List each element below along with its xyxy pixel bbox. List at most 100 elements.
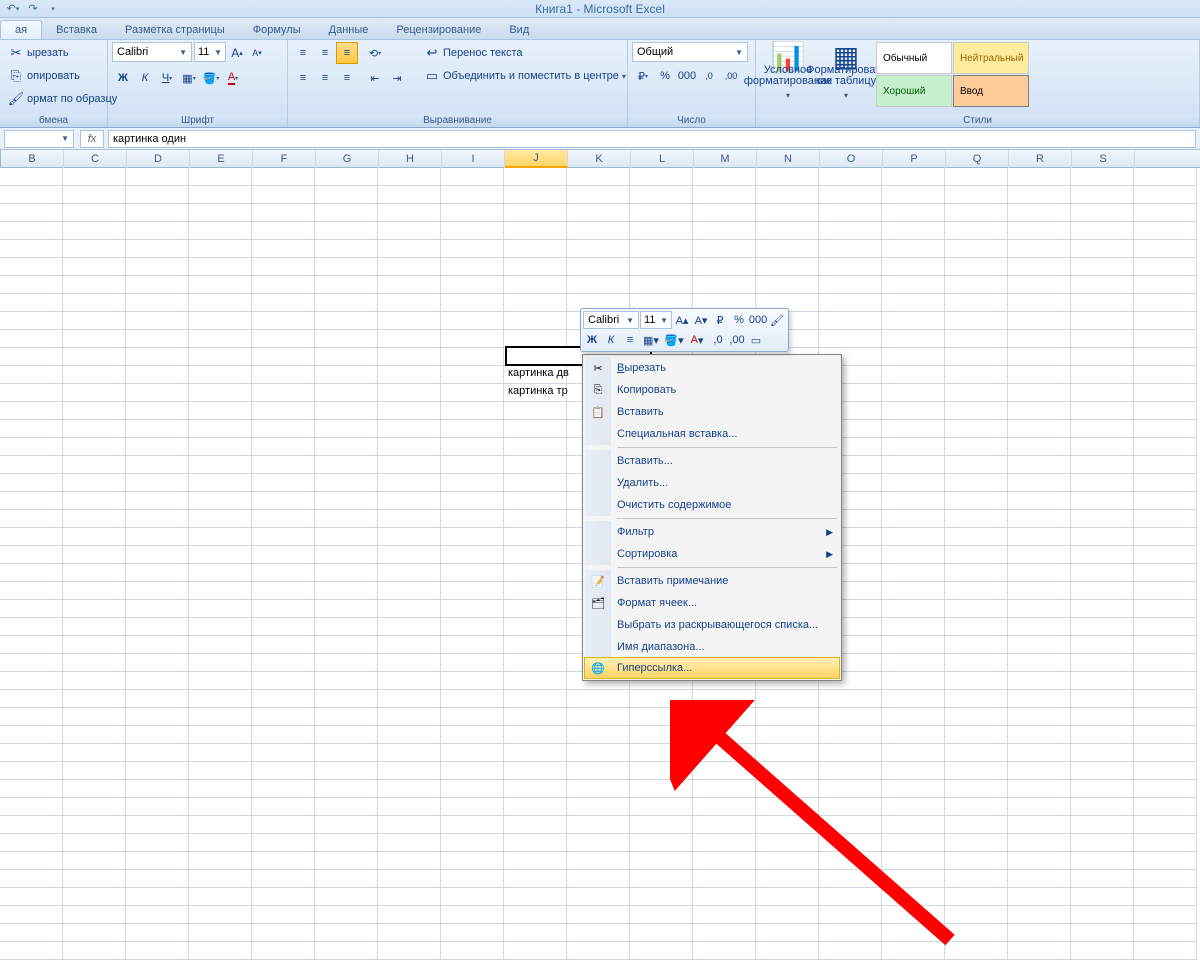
align-bottom-button[interactable]: ≡ xyxy=(336,42,358,64)
format-painter-button[interactable]: 🖌ормат по образцу xyxy=(4,88,121,110)
align-right-button[interactable]: ≡ xyxy=(336,67,358,89)
comma-button[interactable]: 000 xyxy=(676,65,698,87)
ctx-copy[interactable]: ⎘Копировать xyxy=(585,379,839,401)
copy-button[interactable]: ⎘опировать xyxy=(4,65,121,87)
mini-border[interactable]: ▦▾ xyxy=(640,331,662,349)
mini-inc-decimal[interactable]: ,00 xyxy=(728,331,746,349)
grow-font-button[interactable]: A▴ xyxy=(228,42,246,64)
mini-comma[interactable]: 000 xyxy=(749,311,767,329)
cut-button[interactable]: ✂ырезать xyxy=(4,42,121,64)
mini-dec-decimal[interactable]: ,0 xyxy=(709,331,727,349)
ctx-sort[interactable]: Сортировка▶ xyxy=(585,543,839,565)
col-header-f[interactable]: F xyxy=(253,150,316,168)
mini-percent[interactable]: % xyxy=(730,311,748,329)
style-normal[interactable]: Обычный xyxy=(876,42,952,74)
border-button[interactable]: ▦▾ xyxy=(178,67,200,89)
ctx-paste[interactable]: 📋Вставить xyxy=(585,401,839,423)
increase-indent-button[interactable]: ⇥ xyxy=(386,67,408,89)
ctx-insert-comment[interactable]: 📝Вставить примечание xyxy=(585,570,839,592)
mini-fill-color[interactable]: 🪣▾ xyxy=(663,331,685,349)
col-header-l[interactable]: L xyxy=(631,150,694,168)
tab-view[interactable]: Вид xyxy=(495,21,543,39)
tab-page-layout[interactable]: Разметка страницы xyxy=(111,21,239,39)
col-header-m[interactable]: M xyxy=(694,150,757,168)
name-box[interactable]: ▼ xyxy=(4,130,74,148)
shrink-font-button[interactable]: A▾ xyxy=(248,42,266,64)
ctx-pick-from-drop-down[interactable]: Выбрать из раскрывающегося списка... xyxy=(585,614,839,636)
increase-decimal-button[interactable]: ,0 xyxy=(698,65,720,87)
tab-review[interactable]: Рецензирование xyxy=(382,21,495,39)
tab-insert[interactable]: Вставка xyxy=(42,21,111,39)
col-header-c[interactable]: C xyxy=(64,150,127,168)
font-color-button[interactable]: A▾ xyxy=(222,67,244,89)
mini-font-color[interactable]: A▾ xyxy=(686,331,708,349)
fx-button[interactable]: fx xyxy=(80,130,104,148)
ctx-define-name[interactable]: Имя диапазона... xyxy=(585,636,839,658)
style-neutral[interactable]: Нейтральный xyxy=(953,42,1029,74)
tab-formulas[interactable]: Формулы xyxy=(239,21,315,39)
ctx-format-cells[interactable]: 🗂Формат ячеек... xyxy=(585,592,839,614)
col-header-b[interactable]: B xyxy=(1,150,64,168)
col-header-s[interactable]: S xyxy=(1072,150,1135,168)
col-header-n[interactable]: N xyxy=(757,150,820,168)
col-header-h[interactable]: H xyxy=(379,150,442,168)
cell-j12[interactable]: картинка дв xyxy=(508,367,569,379)
mini-format-painter[interactable]: 🖌 xyxy=(768,311,786,329)
col-header-d[interactable]: D xyxy=(127,150,190,168)
tab-home[interactable]: ая xyxy=(0,20,42,39)
italic-button[interactable]: К xyxy=(134,67,156,89)
mini-bold[interactable]: Ж xyxy=(583,331,601,349)
mini-font-name[interactable]: Calibri▼ xyxy=(583,311,639,329)
col-header-r[interactable]: R xyxy=(1009,150,1072,168)
mini-center[interactable]: ≡ xyxy=(621,331,639,349)
formula-input[interactable]: картинка один xyxy=(108,130,1196,148)
cell-j11[interactable]: картинка один xyxy=(508,349,581,361)
col-header-p[interactable]: P xyxy=(883,150,946,168)
fill-color-button[interactable]: 🪣▾ xyxy=(200,67,222,89)
mini-shrink-font[interactable]: A▾ xyxy=(692,311,710,329)
align-left-button[interactable]: ≡ xyxy=(292,67,314,89)
col-header-i[interactable]: I xyxy=(442,150,505,168)
col-header-g[interactable]: G xyxy=(316,150,379,168)
ctx-delete[interactable]: Удалить... xyxy=(585,472,839,494)
col-header-q[interactable]: Q xyxy=(946,150,1009,168)
decrease-decimal-button[interactable]: ,00 xyxy=(720,65,742,87)
mini-font-size[interactable]: 11▼ xyxy=(640,311,672,329)
style-input[interactable]: Ввод xyxy=(953,75,1029,107)
undo-button[interactable]: ↶▾ xyxy=(4,1,22,17)
redo-button[interactable]: ↷ xyxy=(24,1,42,17)
mini-merge[interactable]: ▭ xyxy=(747,331,765,349)
cell-j13[interactable]: картинка тр xyxy=(508,385,568,397)
col-header-j[interactable]: J xyxy=(505,150,568,168)
align-center-button[interactable]: ≡ xyxy=(314,67,336,89)
mini-italic[interactable]: К xyxy=(602,331,620,349)
mini-currency[interactable]: ₽ xyxy=(711,311,729,329)
font-name-select[interactable]: Calibri▼ xyxy=(112,42,192,62)
bold-button[interactable]: Ж xyxy=(112,67,134,89)
ctx-filter[interactable]: Фильтр▶ xyxy=(585,521,839,543)
col-header-e[interactable]: E xyxy=(190,150,253,168)
wrap-text-button[interactable]: ↩Перенос текста xyxy=(420,42,630,64)
ctx-paste-special[interactable]: Специальная вставка... xyxy=(585,423,839,445)
qat-customize[interactable]: ▾ xyxy=(44,1,62,17)
font-size-select[interactable]: 11▼ xyxy=(194,42,226,62)
currency-button[interactable]: ₽▾ xyxy=(632,65,654,87)
cell-styles-gallery[interactable]: Обычный Нейтральный Хороший Ввод xyxy=(876,42,1029,107)
merge-center-button[interactable]: ▭Объединить и поместить в центре▾ xyxy=(420,65,630,87)
style-good[interactable]: Хороший xyxy=(876,75,952,107)
underline-button[interactable]: Ч▾ xyxy=(156,67,178,89)
col-header-o[interactable]: O xyxy=(820,150,883,168)
ctx-insert[interactable]: Вставить... xyxy=(585,450,839,472)
percent-button[interactable]: % xyxy=(654,65,676,87)
ctx-cut[interactable]: ✂ВВырезатьырезать xyxy=(585,357,839,379)
decrease-indent-button[interactable]: ⇤ xyxy=(364,67,386,89)
tab-data[interactable]: Данные xyxy=(315,21,383,39)
orientation-button[interactable]: ⟲▾ xyxy=(364,42,386,64)
col-header-k[interactable]: K xyxy=(568,150,631,168)
ctx-hyperlink[interactable]: 🌐Гиперссылка... xyxy=(584,657,840,679)
number-format-select[interactable]: Общий▼ xyxy=(632,42,748,62)
align-top-button[interactable]: ≡ xyxy=(292,42,314,64)
ctx-clear[interactable]: Очистить содержимое xyxy=(585,494,839,516)
mini-grow-font[interactable]: A▴ xyxy=(673,311,691,329)
format-as-table-button[interactable]: ▦Форматировать как таблицу▾ xyxy=(818,42,874,110)
